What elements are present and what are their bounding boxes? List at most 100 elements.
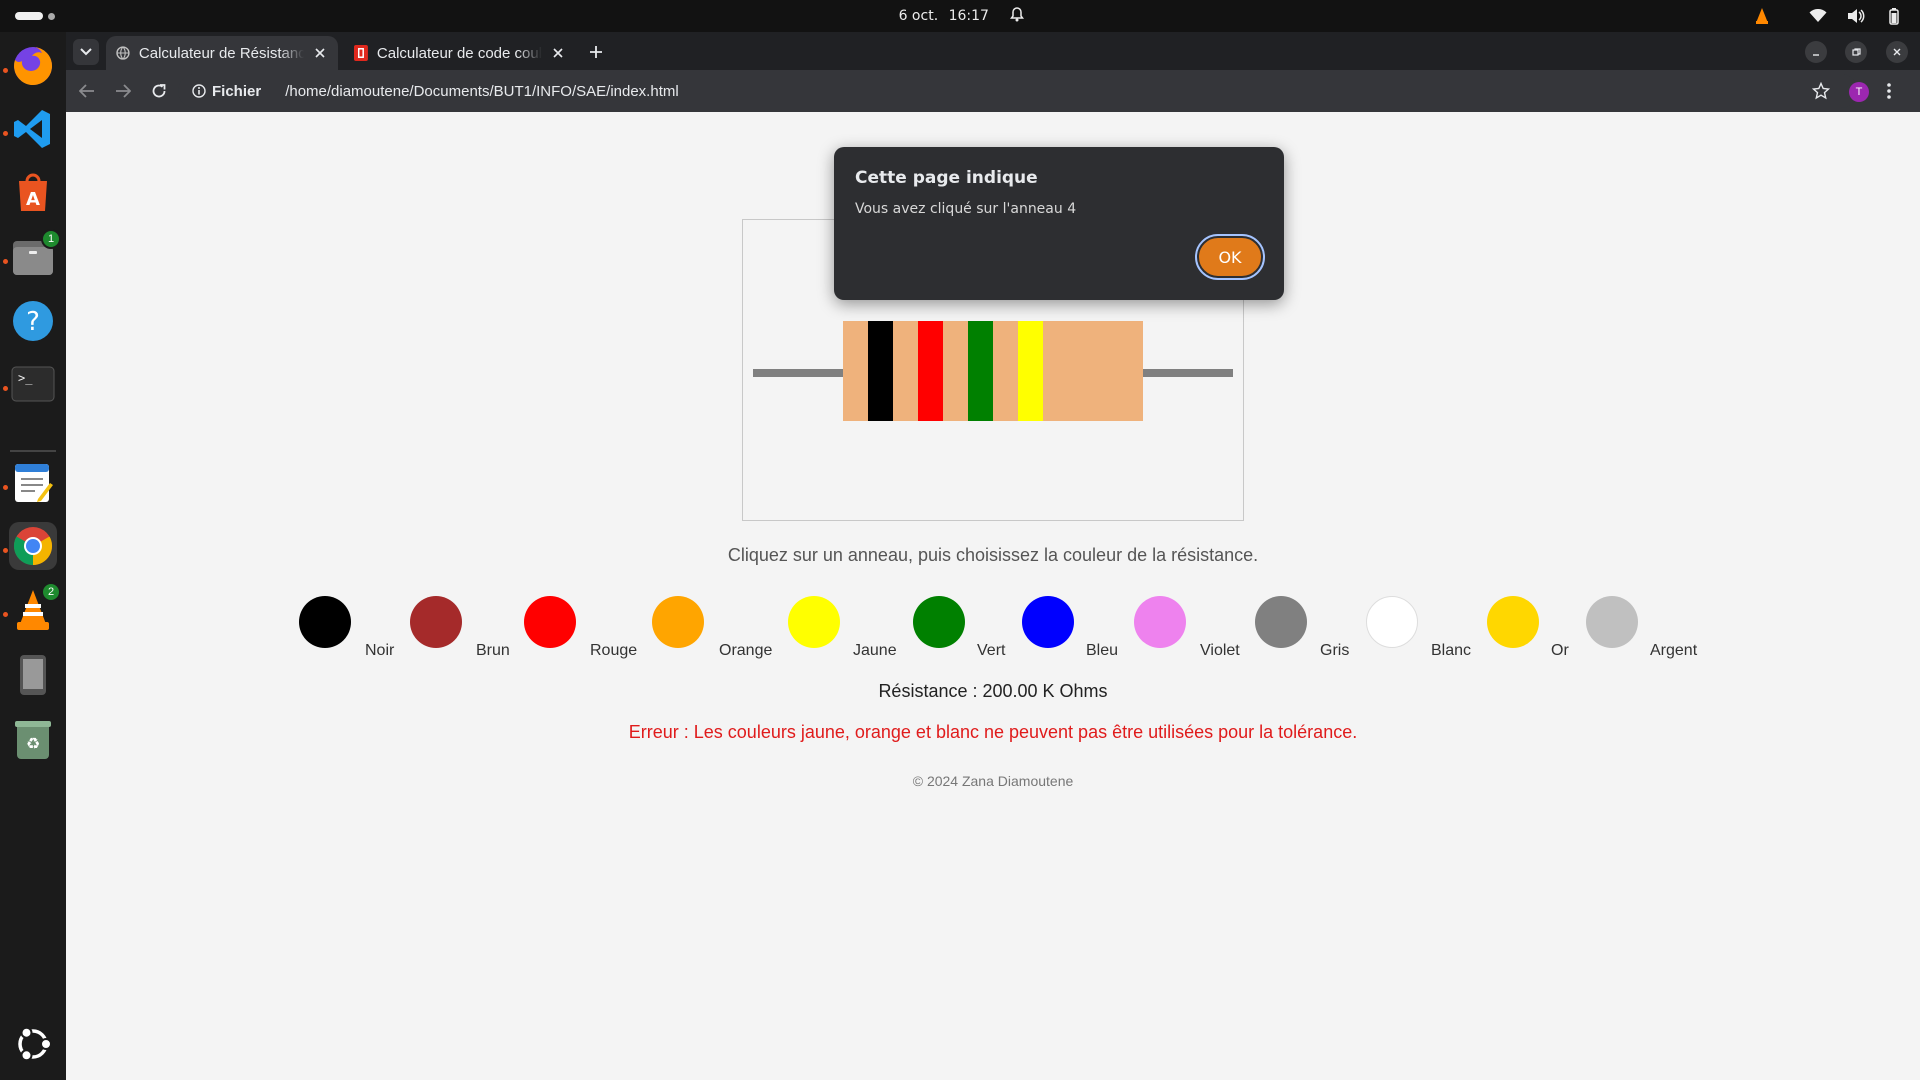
back-button[interactable] <box>74 78 100 104</box>
color-swatch-noir[interactable] <box>299 596 351 648</box>
instruction-text: Cliquez sur un anneau, puis choisissez l… <box>727 545 1259 565</box>
vscode-icon <box>14 110 50 148</box>
dock-phone[interactable] <box>9 651 57 699</box>
resistor-band-1[interactable] <box>868 321 893 421</box>
terminal-icon: >_ <box>11 366 55 402</box>
svg-text:♻: ♻ <box>26 734 40 753</box>
color-swatch-gris[interactable] <box>1255 596 1307 648</box>
color-label: Orange <box>719 642 773 659</box>
kebab-menu-icon[interactable] <box>1886 82 1892 100</box>
profile-avatar[interactable]: T <box>1849 82 1869 102</box>
running-indicator <box>3 259 8 264</box>
color-swatch-bleu[interactable] <box>1022 596 1074 648</box>
running-indicator <box>3 548 8 553</box>
clock-time: 16:17 <box>948 8 989 24</box>
resistor-band-2[interactable] <box>918 321 943 421</box>
color-label: Gris <box>1320 642 1350 659</box>
color-swatch-blanc[interactable] <box>1366 596 1418 648</box>
color-label: Vert <box>977 642 1006 659</box>
svg-text:>_: >_ <box>18 371 33 385</box>
alert-ok-button[interactable]: OK <box>1195 234 1265 280</box>
dock: A 1 ? >_ 2 ♻ <box>0 32 66 1080</box>
globe-icon <box>116 46 130 60</box>
ubuntu-logo-icon <box>18 1026 52 1062</box>
battery-icon[interactable] <box>1884 6 1904 26</box>
tab-search-button[interactable] <box>73 39 99 65</box>
dock-text-editor[interactable] <box>9 459 57 507</box>
svg-text:A: A <box>26 189 40 210</box>
restore-button[interactable] <box>1845 41 1867 63</box>
vlc-badge: 2 <box>41 582 61 602</box>
color-swatch-brun[interactable] <box>410 596 462 648</box>
app-center-icon: A <box>19 173 47 211</box>
dock-help[interactable]: ? <box>9 297 57 345</box>
vlc-tray-icon[interactable] <box>1752 6 1772 26</box>
dock-terminal[interactable]: >_ <box>9 360 57 408</box>
running-indicator <box>3 386 8 391</box>
close-window-button[interactable] <box>1886 41 1908 63</box>
resistance-result: Résistance : 200.00 K Ohms <box>878 681 1108 701</box>
info-icon <box>192 84 206 98</box>
color-swatch-jaune[interactable] <box>788 596 840 648</box>
dock-vlc[interactable]: 2 <box>9 582 61 634</box>
system-top-bar: 6 oct. 16:17 <box>0 0 1920 32</box>
volume-icon[interactable] <box>1846 6 1866 26</box>
color-label: Or <box>1551 642 1569 659</box>
dock-trash[interactable]: ♻ <box>9 715 57 763</box>
arrow-left-icon <box>79 84 94 98</box>
footer-copyright: © 2024 Zana Diamoutene <box>912 773 1074 789</box>
running-indicator <box>3 612 8 617</box>
wifi-icon[interactable] <box>1808 6 1828 26</box>
color-swatch-orange[interactable] <box>652 596 704 648</box>
resistor-band-3[interactable] <box>968 321 993 421</box>
color-label: Violet <box>1200 642 1240 659</box>
system-tray[interactable] <box>1752 6 1904 26</box>
new-tab-button[interactable] <box>584 40 608 64</box>
tab-strip: Calculateur de Résistance Calculateur de… <box>66 32 1920 70</box>
show-apps-button[interactable] <box>9 1020 57 1068</box>
minimize-icon <box>1813 54 1819 56</box>
site-info-chip[interactable]: Fichier <box>192 83 261 100</box>
reload-button[interactable] <box>146 78 172 104</box>
error-message: Erreur : Les couleurs jaune, orange et b… <box>628 722 1358 742</box>
dock-vscode[interactable] <box>9 105 57 153</box>
files-badge: 1 <box>41 229 61 249</box>
bookmark-star-icon[interactable] <box>1812 82 1830 100</box>
color-swatch-rouge[interactable] <box>524 596 576 648</box>
pdf-favicon-icon <box>354 45 368 61</box>
address-bar[interactable]: Fichier /home/diamoutene/Documents/BUT1/… <box>178 74 1858 108</box>
help-icon: ? <box>13 301 53 341</box>
color-label: Argent <box>1650 642 1698 659</box>
color-swatch-or[interactable] <box>1487 596 1539 648</box>
color-swatch-violet[interactable] <box>1134 596 1186 648</box>
chevron-down-icon <box>80 48 92 56</box>
resistor-band-4[interactable] <box>1018 321 1043 421</box>
clock[interactable]: 6 oct. 16:17 <box>0 7 1920 24</box>
url-text: /home/diamoutene/Documents/BUT1/INFO/SAE… <box>285 82 679 100</box>
minimize-button[interactable] <box>1805 41 1827 63</box>
color-label: Brun <box>476 642 510 659</box>
color-label: Blanc <box>1431 642 1472 659</box>
dock-firefox[interactable] <box>9 42 57 90</box>
forward-button[interactable] <box>110 78 136 104</box>
close-tab-icon[interactable] <box>312 45 328 61</box>
color-swatch-argent[interactable] <box>1586 596 1638 648</box>
close-icon <box>1893 48 1901 56</box>
color-label: Jaune <box>853 642 897 659</box>
tab-color-code-calculator[interactable]: Calculateur de code couleur <box>344 36 576 70</box>
tab-resistance-calculator[interactable]: Calculateur de Résistance <box>106 36 338 70</box>
resistor-body <box>843 321 1143 421</box>
dock-files[interactable]: 1 <box>9 229 61 281</box>
dock-separator <box>10 450 56 452</box>
alert-title: Cette page indique <box>855 168 1038 188</box>
close-tab-icon[interactable] <box>550 45 566 61</box>
color-swatch-vert[interactable] <box>913 596 965 648</box>
phone-device-icon <box>20 655 46 695</box>
site-chip-label: Fichier <box>212 82 262 100</box>
dock-app-center[interactable]: A <box>9 168 57 216</box>
bell-icon <box>1010 7 1025 22</box>
dock-chrome[interactable] <box>9 522 57 570</box>
resistor-lead-right <box>1143 369 1233 377</box>
trash-icon: ♻ <box>15 721 51 759</box>
resistor-lead-left <box>753 369 843 377</box>
